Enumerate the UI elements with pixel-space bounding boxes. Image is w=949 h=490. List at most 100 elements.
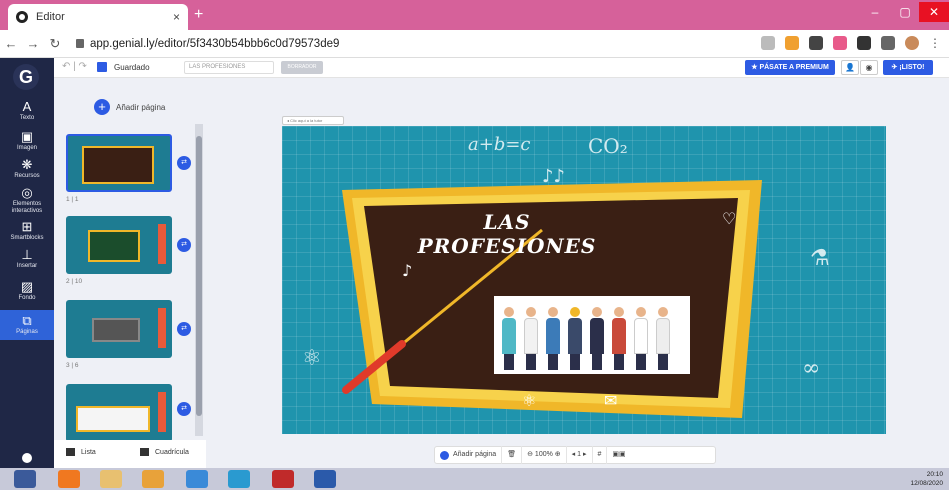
page-options-icon[interactable]: ⇄ (177, 322, 191, 336)
note-doodle-icon: ♪ (402, 261, 412, 280)
close-window-button[interactable]: ✕ (919, 2, 949, 22)
heart-doodle-icon: ♡ (722, 209, 736, 228)
insert-icon: ⊥ (21, 247, 33, 262)
sidebar-item-paginas[interactable]: ⧉ Páginas (0, 310, 54, 340)
sidebar-item-elementos-interactivos[interactable]: ◎ Elementos interactivos (0, 186, 54, 215)
extension-pink-icon[interactable] (833, 36, 847, 50)
zoom-in-icon[interactable]: ⊕ (555, 446, 561, 464)
extension-icons: ⋮ (761, 36, 943, 50)
sidebar-item-fondo[interactable]: ▨ Fondo (0, 280, 54, 302)
file-explorer-icon[interactable] (100, 470, 122, 488)
layout-toggle-icon[interactable]: ▣▣ (607, 446, 630, 464)
genially-logo[interactable]: G (13, 64, 39, 90)
sidebar-item-recursos[interactable]: ❋ Recursos (0, 158, 54, 180)
sidebar-item-label: Elementos interactivos (11, 201, 43, 214)
star-icon[interactable] (761, 36, 775, 50)
firefox-icon[interactable] (58, 470, 80, 488)
windows-start-icon[interactable] (14, 470, 36, 488)
menu-icon[interactable]: ⋮ (929, 36, 943, 50)
editor-toolbar: ↶ | ↷ Guardado LAS PROFESIONES BORRADOR … (54, 58, 949, 78)
interactive-elements-icon: ◎ (21, 185, 33, 200)
go-premium-label: PÁSATE A PREMIUM (759, 64, 829, 71)
zoom-out-icon[interactable]: ⊖ (527, 446, 533, 464)
windows-taskbar: 20:10 12/08/2020 (0, 468, 949, 490)
collaborators-icon[interactable]: 👤 (841, 60, 859, 75)
delete-page-icon[interactable]: 🗑 (502, 446, 523, 464)
list-icon (66, 448, 75, 456)
project-title-field[interactable]: LAS PROFESIONES (184, 61, 274, 74)
beaker-doodle-icon: ⚗ (810, 246, 830, 271)
slide-title[interactable]: LAS PROFESIONES (394, 210, 620, 258)
system-clock[interactable]: 20:10 12/08/2020 (910, 470, 943, 488)
thumbnail-board (92, 318, 140, 342)
page-thumbnail-4[interactable] (66, 384, 172, 442)
surgeon-figure (546, 307, 560, 370)
page-options-icon[interactable]: ⇄ (177, 238, 191, 252)
page-options-icon[interactable]: ⇄ (177, 156, 191, 170)
sidebar-item-imagen[interactable]: ▣ Imagen (0, 130, 54, 152)
internet-explorer-icon[interactable] (186, 470, 208, 488)
minimize-button[interactable]: – (860, 2, 890, 22)
tab-title: Editor (36, 11, 65, 23)
word-icon[interactable] (314, 470, 336, 488)
save-icon[interactable] (97, 62, 107, 72)
grid-toggle-icon[interactable]: # (593, 446, 608, 464)
edge-icon[interactable] (228, 470, 250, 488)
page-thumbnail-3[interactable] (66, 300, 172, 358)
app-sidebar: G A Texto ▣ Imagen ❋ Recursos ◎ Elemento… (0, 58, 54, 468)
canvas-bottom-toolbar: Añadir página 🗑 ⊖ 100% ⊕ ◂ 1 ▸ # ▣▣ (434, 446, 716, 464)
list-view-tab[interactable]: Lista (66, 448, 96, 456)
page-thumbnail-1[interactable] (66, 134, 172, 192)
tab-close-icon[interactable]: × (173, 10, 180, 24)
atom-sketch-icon: ⚛ (522, 391, 536, 410)
maximize-button[interactable]: ▢ (890, 2, 920, 22)
slide-canvas[interactable]: a+b=c CO₂ ♪♪ ⚗ ∞ ⚛ ♡ ♪ ⚛ ✉ LAS PROFESION… (282, 126, 886, 434)
app-red-icon[interactable] (272, 470, 294, 488)
sidebar-item-smartblocks[interactable]: ⊞ Smartblocks (0, 220, 54, 242)
professions-image[interactable] (494, 296, 690, 374)
add-page-button[interactable]: + Añadir página (94, 99, 165, 115)
preview-eye-icon[interactable]: ◉ (860, 60, 878, 75)
scrollbar-thumb[interactable] (196, 136, 202, 416)
undo-redo-icons[interactable]: ↶ | ↷ (62, 61, 87, 72)
slide-top-button[interactable]: ◂ Clic aquí a la tutor (282, 116, 344, 125)
extensions-puzzle-icon[interactable] (857, 36, 871, 50)
back-icon[interactable]: ← (0, 36, 22, 51)
page-label-2: 2 | 10 (66, 278, 83, 285)
page-options-icon[interactable]: ⇄ (177, 402, 191, 416)
add-page-bottom-button[interactable]: Añadir página (435, 446, 503, 464)
extension-hand-icon[interactable] (785, 36, 799, 50)
teacher-figure (634, 307, 648, 370)
current-page: 1 (577, 451, 582, 458)
sidebar-item-label: Texto (19, 115, 35, 121)
nurse-figure (502, 307, 516, 370)
url-text: app.genial.ly/editor/5f3430b54bbb6c0d795… (90, 37, 340, 50)
page-thumbnail-2[interactable] (66, 216, 172, 274)
done-button[interactable]: ✈ ¡LISTO! (883, 60, 933, 75)
zoom-control: ⊖ 100% ⊕ (522, 446, 567, 464)
new-tab-button[interactable]: + (194, 6, 203, 24)
sidebar-item-insertar[interactable]: ⊥ Insertar (0, 248, 54, 270)
glasses-doodle-icon: ∞ (802, 356, 821, 381)
help-icon[interactable] (22, 453, 32, 463)
forward-icon[interactable]: → (22, 36, 44, 51)
clock-date: 12/08/2020 (910, 480, 943, 487)
add-page-label: Añadir página (116, 102, 166, 112)
sidebar-item-texto[interactable]: A Texto (0, 100, 54, 122)
pages-scrollbar[interactable] (195, 124, 203, 436)
view-toggle: Lista Cuadrícula (54, 440, 206, 468)
browser-tab[interactable]: Editor × (8, 4, 188, 30)
thumbnail-ribbon (158, 224, 166, 264)
url-field[interactable]: app.genial.ly/editor/5f3430b54bbb6c0d795… (76, 38, 339, 50)
done-label: ¡LISTO! (899, 64, 925, 71)
profile-avatar[interactable] (905, 36, 919, 50)
reload-icon[interactable]: ↻ (44, 36, 66, 52)
go-premium-button[interactable]: ★ PÁSATE A PREMIUM (745, 60, 835, 75)
grid-view-tab[interactable]: Cuadrícula (140, 448, 189, 456)
chrome-icon[interactable] (142, 470, 164, 488)
next-page-icon[interactable]: ▸ (583, 446, 587, 464)
doctor-figure (524, 307, 538, 370)
prev-page-icon[interactable]: ◂ (572, 446, 576, 464)
extension-grid-icon[interactable] (809, 36, 823, 50)
reading-list-icon[interactable] (881, 36, 895, 50)
